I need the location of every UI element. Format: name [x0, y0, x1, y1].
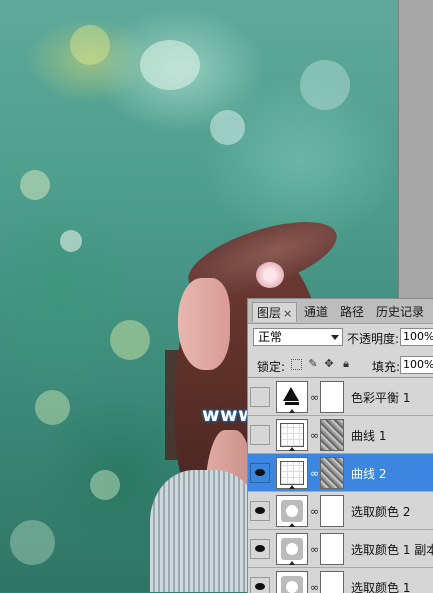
- chevron-down-icon: [331, 335, 339, 340]
- tab-channels[interactable]: 通道: [300, 302, 332, 322]
- link-icon: ∞: [310, 391, 320, 404]
- visibility-toggle[interactable]: [250, 577, 270, 593]
- layer-row[interactable]: ∞ 曲线 1: [248, 416, 433, 454]
- selective-color-icon: [276, 571, 308, 593]
- link-icon: ∞: [310, 467, 320, 480]
- link-icon: ∞: [310, 543, 320, 556]
- layer-row[interactable]: ∞ 选取颜色 1 副本: [248, 530, 433, 568]
- visibility-toggle[interactable]: [250, 501, 270, 521]
- layer-mask-thumb[interactable]: [320, 495, 344, 527]
- tab-close-icon[interactable]: ×: [283, 307, 292, 320]
- lock-move-icon[interactable]: ✥: [323, 358, 335, 370]
- link-icon: ∞: [310, 429, 320, 442]
- layer-row[interactable]: ∞ 色彩平衡 1: [248, 378, 433, 416]
- visibility-toggle[interactable]: [250, 539, 270, 559]
- selective-color-icon: [276, 533, 308, 565]
- curves-icon: [276, 457, 308, 489]
- eye-icon: [255, 545, 265, 552]
- fill-label: 填充:: [372, 360, 401, 374]
- opacity-field[interactable]: 100%: [400, 328, 433, 346]
- visibility-toggle[interactable]: [250, 463, 270, 483]
- layer-name: 选取颜色 1: [351, 581, 411, 593]
- layer-mask-thumb[interactable]: [320, 457, 344, 489]
- layer-name: 曲线 2: [351, 467, 387, 481]
- layer-row[interactable]: ∞ 选取颜色 2: [248, 492, 433, 530]
- link-icon: ∞: [310, 581, 320, 593]
- layer-name: 色彩平衡 1: [351, 391, 411, 405]
- eye-icon: [255, 507, 265, 514]
- opacity-label: 不透明度:: [347, 332, 400, 346]
- layer-row-selected[interactable]: ∞ 曲线 2: [248, 454, 433, 492]
- hair-flower: [256, 262, 284, 288]
- layers-panel: 图层 × 通道 路径 历史记录 正常 不透明度: 100% 锁定: ✎ ✥ 🔒︎ …: [247, 298, 433, 593]
- lock-transparency-icon[interactable]: [291, 359, 302, 370]
- tab-history[interactable]: 历史记录: [372, 302, 428, 322]
- canvas-pasteboard: [398, 0, 433, 300]
- layer-mask-thumb[interactable]: [320, 419, 344, 451]
- fill-field[interactable]: 100%: [400, 356, 433, 374]
- lock-brush-icon[interactable]: ✎: [307, 358, 319, 370]
- layer-mask-thumb[interactable]: [320, 533, 344, 565]
- selective-color-icon: [276, 495, 308, 527]
- link-icon: ∞: [310, 505, 320, 518]
- lock-all-icon[interactable]: 🔒︎: [340, 358, 352, 370]
- layer-mask-thumb[interactable]: [320, 381, 344, 413]
- panel-tabs: 图层 × 通道 路径 历史记录: [248, 299, 433, 324]
- tab-layers[interactable]: 图层 ×: [252, 302, 298, 322]
- visibility-toggle[interactable]: [250, 387, 270, 407]
- layer-name: 选取颜色 1 副本: [351, 543, 433, 557]
- layer-name: 选取颜色 2: [351, 505, 411, 519]
- blend-mode-select[interactable]: 正常: [253, 328, 343, 346]
- lock-label: 锁定:: [257, 360, 286, 374]
- layer-row[interactable]: ∞ 选取颜色 1: [248, 568, 433, 593]
- color-balance-icon: [276, 381, 308, 413]
- layer-name: 曲线 1: [351, 429, 387, 443]
- layer-mask-thumb[interactable]: [320, 571, 344, 593]
- curves-icon: [276, 419, 308, 451]
- visibility-toggle[interactable]: [250, 425, 270, 445]
- eye-icon: [255, 583, 265, 590]
- eye-icon: [255, 469, 265, 476]
- tab-paths[interactable]: 路径: [336, 302, 368, 322]
